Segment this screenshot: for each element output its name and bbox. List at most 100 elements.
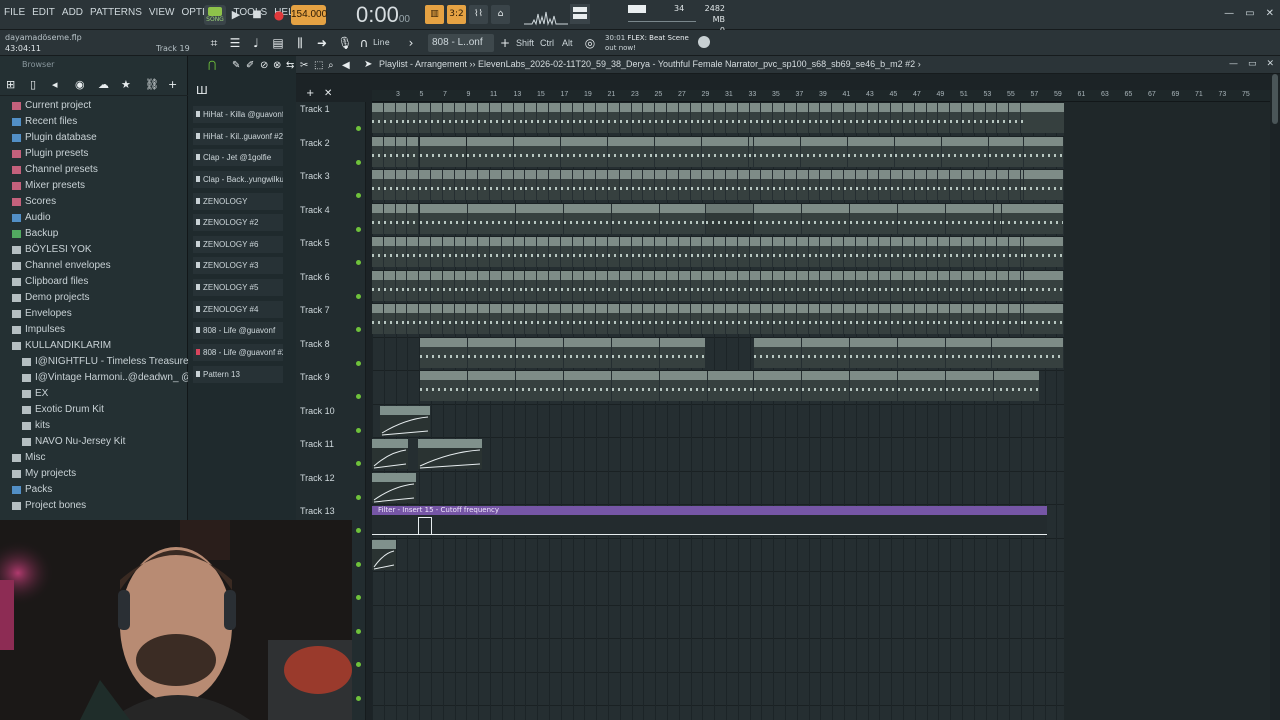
- pattern-clip[interactable]: ZENO..GY #5: [994, 203, 1001, 234]
- pattern-clip[interactable]: [997, 304, 1009, 334]
- browser-item[interactable]: Mixer presets: [0, 178, 188, 194]
- pattern-clip[interactable]: [466, 237, 478, 267]
- pattern-clip[interactable]: [796, 270, 808, 301]
- pattern-clip[interactable]: [938, 270, 950, 301]
- pattern-clip[interactable]: ZENO..GY #6: [655, 136, 701, 167]
- ctrl-key[interactable]: Ctrl: [540, 38, 554, 48]
- pattern-clip[interactable]: [596, 170, 607, 200]
- menu-file[interactable]: FILE: [4, 7, 25, 18]
- pattern-record-button[interactable]: ▥: [425, 5, 444, 24]
- pattern-clip[interactable]: [490, 304, 501, 334]
- pattern-clip[interactable]: ZENO..GY #6: [608, 136, 654, 167]
- pattern-clip[interactable]: ZENOLOGY #5: [1002, 203, 1063, 234]
- pattern-clip[interactable]: [950, 270, 961, 301]
- pattern-clip[interactable]: [372, 237, 383, 267]
- pattern-clip[interactable]: [513, 237, 525, 267]
- pattern-clip[interactable]: [808, 304, 820, 334]
- pattern-clip[interactable]: [879, 170, 891, 200]
- track-label[interactable]: Track 9: [300, 372, 330, 382]
- channel-item[interactable]: ZENOLOGY #3: [193, 257, 283, 274]
- pattern-clip[interactable]: [419, 103, 430, 133]
- pattern-clip[interactable]: [525, 103, 537, 133]
- track-enable-led[interactable]: [356, 494, 361, 500]
- pattern-clip[interactable]: ZENO..GY #4: [612, 203, 659, 234]
- pattern-clip[interactable]: [431, 103, 442, 133]
- play-button[interactable]: ▶: [229, 5, 243, 25]
- pattern-clip[interactable]: [950, 170, 961, 200]
- pattern-clip[interactable]: [1009, 103, 1020, 133]
- pattern-clip[interactable]: [395, 103, 407, 133]
- pattern-clip[interactable]: [525, 170, 537, 200]
- pattern-clip[interactable]: [997, 170, 1009, 200]
- pattern-clip[interactable]: Pattern 13: [516, 371, 563, 401]
- pattern-clip[interactable]: [549, 170, 560, 200]
- track-label[interactable]: Track 2: [300, 138, 330, 148]
- menu-patterns[interactable]: PATTERNS: [90, 7, 142, 18]
- pattern-clip[interactable]: [383, 304, 395, 334]
- pattern-clip[interactable]: [619, 304, 631, 334]
- pattern-clip[interactable]: [726, 237, 737, 267]
- pattern-clip[interactable]: [619, 170, 631, 200]
- pattern-clip[interactable]: [985, 270, 997, 301]
- pattern-clip[interactable]: [466, 270, 478, 301]
- pattern-clip[interactable]: [914, 304, 926, 334]
- browser-item[interactable]: I@NIGHTFLU - Timeless Treasures: [0, 354, 188, 370]
- pattern-clip[interactable]: 808 -..avonf: [850, 337, 897, 368]
- pattern-clip[interactable]: [372, 103, 383, 133]
- cloud-icon[interactable]: ☁: [98, 78, 109, 91]
- close-icon[interactable]: ✕: [1266, 8, 1274, 19]
- browser-item[interactable]: Plugin presets: [0, 146, 188, 162]
- pattern-clip[interactable]: [785, 237, 796, 267]
- pattern-clip[interactable]: [407, 170, 419, 200]
- maximize-icon[interactable]: ▭: [1245, 8, 1254, 19]
- pattern-clip[interactable]: ZENO..GY #6: [514, 136, 560, 167]
- pattern-clip[interactable]: [678, 304, 690, 334]
- pattern-clip[interactable]: [549, 304, 560, 334]
- pattern-clip[interactable]: [372, 270, 383, 301]
- pattern-clip[interactable]: [832, 304, 843, 334]
- pattern-clip[interactable]: [372, 136, 383, 167]
- channel-item[interactable]: HiHat - Kil..guavonf #2: [193, 128, 283, 145]
- pattern-clip[interactable]: ZENO..GY #6: [702, 136, 748, 167]
- pattern-clip[interactable]: [560, 103, 572, 133]
- audio-clip[interactable]: 6..0_FX: [372, 439, 408, 469]
- pattern-clip[interactable]: [808, 170, 820, 200]
- magnet-icon[interactable]: ∩: [356, 35, 372, 51]
- pattern-clip[interactable]: [985, 170, 997, 200]
- pattern-clip[interactable]: [1009, 237, 1020, 267]
- pattern-clip[interactable]: [560, 237, 572, 267]
- pattern-clip[interactable]: [773, 170, 784, 200]
- pattern-clip[interactable]: [655, 304, 666, 334]
- pattern-clip[interactable]: [702, 170, 714, 200]
- pattern-clip[interactable]: [537, 270, 548, 301]
- pattern-clip[interactable]: [702, 103, 714, 133]
- select-icon[interactable]: ⬚: [314, 60, 323, 71]
- arrow-right-icon[interactable]: ➤: [364, 59, 372, 70]
- pattern-clip[interactable]: [879, 103, 891, 133]
- pattern-clip[interactable]: [891, 237, 902, 267]
- pattern-clip[interactable]: [419, 304, 430, 334]
- pattern-clip[interactable]: 808 - Li..vonf #2: [992, 337, 1063, 368]
- automation-point[interactable]: [418, 517, 432, 535]
- pattern-clip[interactable]: [926, 170, 938, 200]
- pattern-clip[interactable]: ZENO..GY #4: [660, 203, 705, 234]
- pattern-clip[interactable]: [454, 170, 466, 200]
- pattern-clip[interactable]: [490, 103, 501, 133]
- pattern-clip[interactable]: ZENO..GY #6: [467, 136, 513, 167]
- pattern-clip[interactable]: ZENO..GY #6: [754, 136, 800, 167]
- pattern-clip[interactable]: HiH..vonf: [1024, 237, 1063, 267]
- arrangement-grid[interactable]: ZENOLOGY ZENO..GY #6 ZENO..GY #6 ZENO..GY #…: [372, 102, 1270, 720]
- pattern-clip[interactable]: [844, 103, 855, 133]
- pattern-clip[interactable]: [525, 270, 537, 301]
- magnet-icon[interactable]: ⋂: [208, 60, 216, 71]
- pattern-clip[interactable]: ZEN..Y #3: [1024, 170, 1063, 200]
- pattern-clip[interactable]: [914, 270, 926, 301]
- delete-icon[interactable]: ⊘: [260, 60, 268, 71]
- channel-item[interactable]: 808 - Life @guavonf: [193, 322, 283, 339]
- pattern-clip[interactable]: [914, 237, 926, 267]
- pattern-clip[interactable]: [442, 170, 454, 200]
- pattern-clip[interactable]: ZENO..GY #5: [898, 203, 945, 234]
- pattern-clip[interactable]: [773, 304, 784, 334]
- pattern-clip[interactable]: [643, 304, 655, 334]
- pattern-clip[interactable]: ZENO..GY #6: [420, 136, 466, 167]
